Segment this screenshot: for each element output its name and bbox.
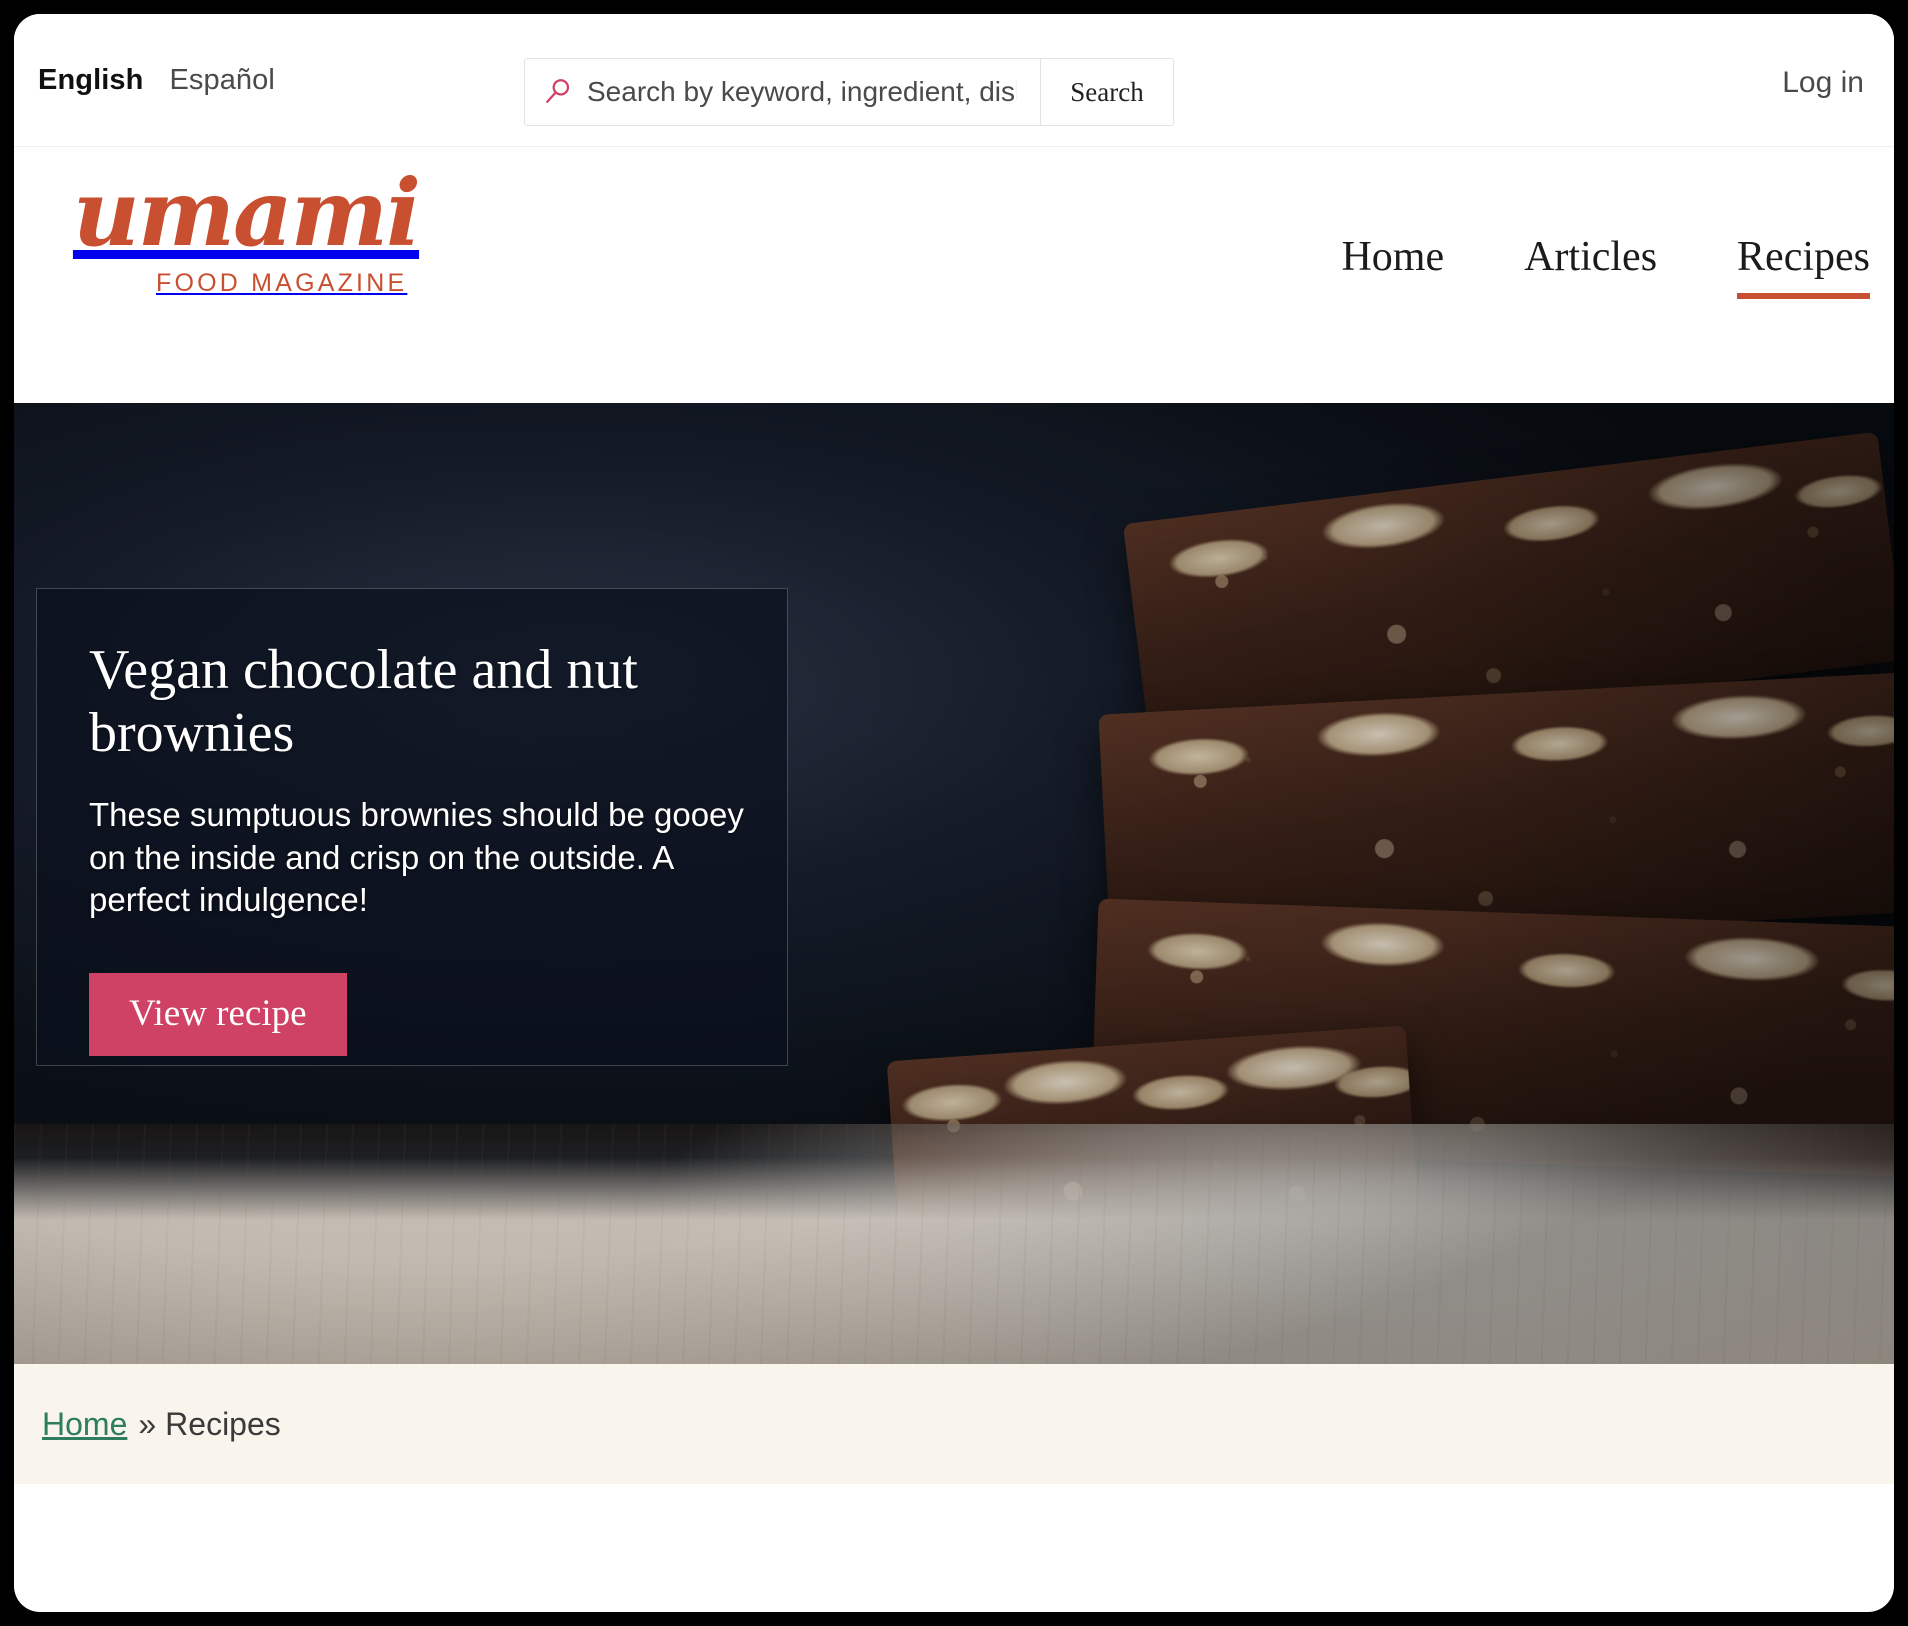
nav-item-recipes[interactable]: Recipes — [1737, 235, 1870, 300]
hero-feature-card: Vegan chocolate and nut brownies These s… — [36, 588, 788, 1066]
language-link-english[interactable]: English — [38, 64, 143, 97]
breadcrumb-separator: » — [138, 1405, 157, 1442]
language-link-espanol[interactable]: Español — [169, 64, 275, 97]
hero-card-content: Vegan chocolate and nut brownies These s… — [89, 639, 789, 1057]
site-logo[interactable]: umami FOOD MAGAZINE — [44, 167, 444, 298]
hero-title: Vegan chocolate and nut brownies — [89, 639, 638, 764]
nav-item-articles[interactable]: Articles — [1524, 235, 1657, 293]
logo-wordmark: umami — [72, 159, 421, 267]
table-surface — [14, 1124, 1894, 1364]
main-navigation: Home Articles Recipes — [1341, 235, 1870, 300]
logo-tagline: FOOD MAGAZINE — [156, 269, 408, 297]
hero-description: These sumptuous brownies should be gooey… — [89, 796, 744, 918]
site-masthead: umami FOOD MAGAZINE Home Articles Recipe… — [14, 147, 1894, 403]
breadcrumb: Home » Recipes — [14, 1364, 1894, 1484]
search-icon — [546, 79, 570, 103]
utility-bar: English Español Search Log in — [14, 14, 1894, 147]
site-search: Search — [524, 58, 1174, 126]
login-link[interactable]: Log in — [1782, 66, 1864, 100]
breadcrumb-link-home[interactable]: Home — [42, 1406, 127, 1443]
search-input[interactable] — [587, 76, 1017, 108]
search-field-wrapper[interactable] — [524, 58, 1040, 126]
nav-item-home[interactable]: Home — [1341, 235, 1444, 293]
browser-page: English Español Search Log in umami FOOD… — [14, 14, 1894, 1612]
view-recipe-button[interactable]: View recipe — [89, 973, 347, 1057]
hero-banner: Vegan chocolate and nut brownies These s… — [14, 403, 1894, 1364]
language-switcher: English Español — [38, 64, 275, 97]
breadcrumb-current: Recipes — [165, 1405, 281, 1442]
search-button[interactable]: Search — [1040, 58, 1174, 126]
